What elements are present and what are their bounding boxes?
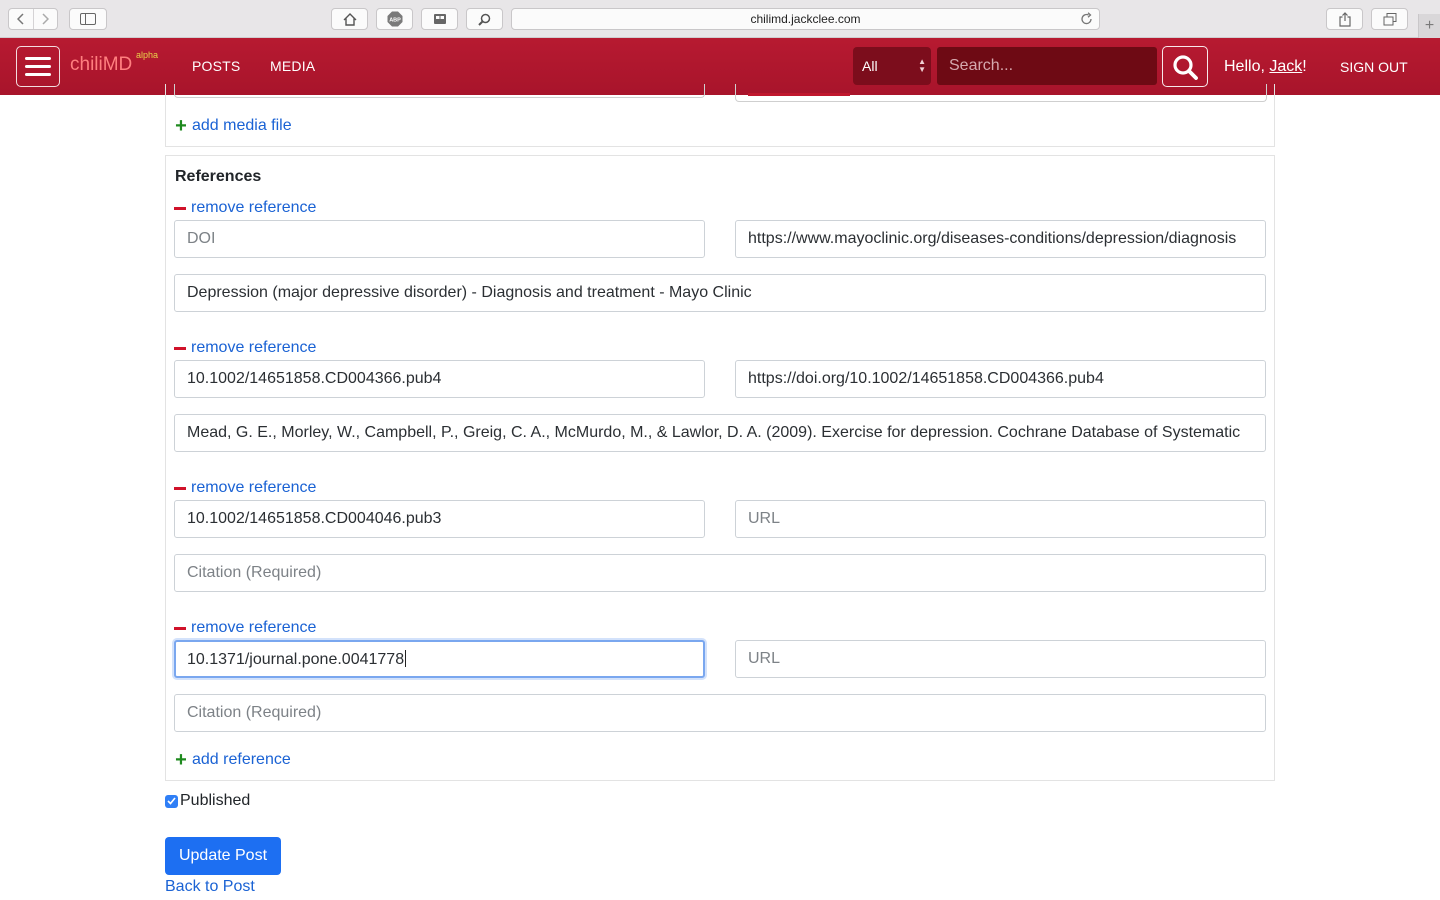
brand-name: chiliMD xyxy=(70,54,133,75)
remove-reference-link[interactable]: remove reference xyxy=(174,199,316,217)
url-field[interactable]: https://doi.org/10.1002/14651858.CD00436… xyxy=(735,360,1266,398)
remove-reference-label: remove reference xyxy=(191,339,317,356)
tabs-overview-icon[interactable] xyxy=(1371,8,1408,30)
checkmark-icon xyxy=(167,797,176,805)
published-label: Published xyxy=(180,792,251,809)
greeting-prefix: Hello, xyxy=(1224,58,1270,75)
brand-badge: alpha xyxy=(136,50,159,60)
text-caret xyxy=(405,650,407,667)
sign-out-link[interactable]: SIGN OUT xyxy=(1340,59,1408,75)
user-profile-link[interactable]: Jack xyxy=(1269,58,1302,75)
references-title: References xyxy=(175,168,262,185)
search-input[interactable]: Search... xyxy=(937,47,1157,85)
citation-field[interactable]: Citation (Required) xyxy=(174,694,1266,732)
minus-icon xyxy=(174,486,186,490)
doi-field-focused[interactable]: 10.1371/journal.pone.0041778 xyxy=(174,640,705,678)
remove-reference-link[interactable]: remove reference xyxy=(174,339,316,357)
minus-icon xyxy=(174,346,186,350)
minus-icon xyxy=(174,206,186,210)
forward-arrow-icon[interactable] xyxy=(32,9,57,29)
plus-icon: + xyxy=(175,115,187,137)
svg-text:ABP: ABP xyxy=(389,18,401,24)
greeting-suffix: ! xyxy=(1302,58,1307,75)
url-field[interactable]: https://www.mayoclinic.org/diseases-cond… xyxy=(735,220,1266,258)
remove-reference-link[interactable]: remove reference xyxy=(174,619,316,637)
menu-toggle-icon[interactable] xyxy=(16,46,60,87)
sidebar-toggle-icon[interactable] xyxy=(69,8,107,30)
search-icon xyxy=(1173,54,1198,80)
select-arrows-icon: ▲ ▼ xyxy=(918,57,926,74)
search-tool-icon[interactable] xyxy=(466,8,503,30)
media-section: + add media file xyxy=(165,84,1275,147)
home-icon[interactable] xyxy=(331,8,368,30)
adblock-icon[interactable]: ABP xyxy=(376,8,413,30)
published-checkbox[interactable] xyxy=(165,794,178,808)
remove-reference-label: remove reference xyxy=(191,479,317,496)
doi-value: 10.1371/journal.pone.0041778 xyxy=(187,651,405,668)
doi-field[interactable]: 10.1002/14651858.CD004046.pub3 xyxy=(174,500,705,538)
address-bar[interactable]: chilimd.jackclee.com xyxy=(511,8,1100,30)
add-media-file-label: add media file xyxy=(192,117,292,134)
search-button[interactable] xyxy=(1162,46,1208,87)
media-field-right[interactable] xyxy=(735,84,1267,102)
browser-toolbar: ABP chilimd.jackclee.com + xyxy=(0,0,1440,38)
nav-posts[interactable]: POSTS xyxy=(192,58,240,74)
add-reference-link[interactable]: + add reference xyxy=(174,749,291,771)
citation-field[interactable]: Mead, G. E., Morley, W., Campbell, P., G… xyxy=(174,414,1266,452)
remove-reference-link[interactable]: remove reference xyxy=(174,479,316,497)
address-text: chilimd.jackclee.com xyxy=(750,12,861,26)
remove-reference-label: remove reference xyxy=(191,199,317,216)
update-post-button[interactable]: Update Post xyxy=(165,837,281,875)
search-scope-select[interactable]: All ▲ ▼ xyxy=(853,47,931,85)
citation-field[interactable]: Depression (major depressive disorder) -… xyxy=(174,274,1266,312)
back-arrow-icon[interactable] xyxy=(9,9,33,29)
url-field[interactable]: URL xyxy=(735,640,1266,678)
share-icon[interactable] xyxy=(1326,8,1363,30)
doi-field[interactable]: 10.1002/14651858.CD004366.pub4 xyxy=(174,360,705,398)
add-media-file-link[interactable]: + add media file xyxy=(174,115,292,137)
nav-media[interactable]: MEDIA xyxy=(270,58,315,74)
url-field[interactable]: URL xyxy=(735,500,1266,538)
new-tab-icon[interactable]: + xyxy=(1418,14,1440,38)
brand-logo[interactable]: chiliMD alpha xyxy=(70,50,158,76)
history-nav xyxy=(8,8,58,30)
extension-icon[interactable] xyxy=(421,8,458,30)
remove-reference-label: remove reference xyxy=(191,619,317,636)
user-greeting: Hello, Jack! xyxy=(1224,58,1307,76)
published-toggle[interactable]: Published xyxy=(165,792,250,810)
plus-icon: + xyxy=(175,749,187,771)
add-reference-label: add reference xyxy=(192,751,291,768)
reload-icon[interactable] xyxy=(1080,12,1093,29)
doi-field[interactable]: DOI xyxy=(174,220,705,258)
back-to-post-link[interactable]: Back to Post xyxy=(165,878,255,896)
citation-field[interactable]: Citation (Required) xyxy=(174,554,1266,592)
media-field-left[interactable] xyxy=(174,84,705,98)
search-scope-value: All xyxy=(862,58,878,74)
minus-icon xyxy=(174,626,186,630)
